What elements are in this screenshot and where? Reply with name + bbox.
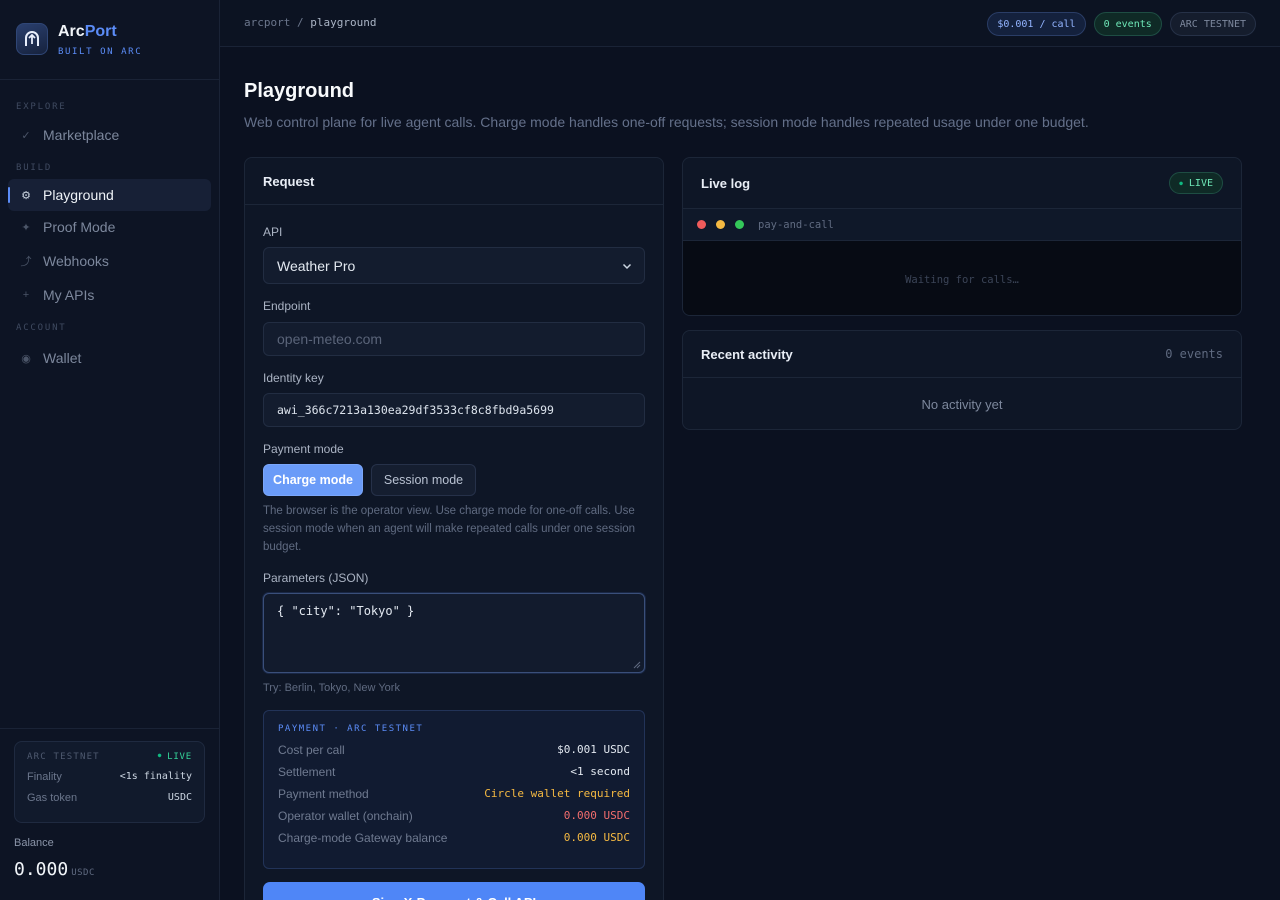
payment-row: Cost per call $0.001 USDC <box>278 742 630 757</box>
price-chip: $0.001 / call <box>987 12 1086 36</box>
endpoint-placeholder: open-meteo.com <box>277 331 383 347</box>
network-name: ARC TESTNET <box>27 752 100 762</box>
identity-key-label: Identity key <box>263 371 324 385</box>
log-waiting-text: Waiting for calls… <box>905 274 1019 286</box>
network-card: ARC TESTNET LIVE Finality <1s finality G… <box>14 741 205 823</box>
activity-count: 0 events <box>1165 347 1223 361</box>
sidebar-item-label: Marketplace <box>43 127 120 143</box>
brand-tagline: BUILT ON ARC <box>58 47 143 57</box>
live-log-title: Live log <box>701 175 751 191</box>
payment-row-value: $0.001 USDC <box>557 743 630 756</box>
sidebar-item-label: Playground <box>43 187 114 203</box>
brand[interactable]: ArcPort BUILT ON ARC <box>16 23 142 57</box>
breadcrumb: arcport / playground <box>244 16 377 29</box>
payment-summary-card: PAYMENT · ARC TESTNET Cost per call $0.0… <box>263 710 645 869</box>
gear-icon: ⚙ <box>21 189 31 202</box>
finality-value: <1s finality <box>119 771 192 782</box>
nav-section-build: BUILD <box>16 163 53 173</box>
payment-row-value: Circle wallet required <box>484 787 630 800</box>
parameters-label: Parameters (JSON) <box>263 571 369 585</box>
payment-row-value: <1 second <box>570 765 630 778</box>
breadcrumb-current: playground <box>310 16 377 29</box>
sidebar: ArcPort BUILT ON ARC EXPLORE ✓ Marketpla… <box>0 0 220 900</box>
sidebar-item-wallet[interactable]: ◉ Wallet <box>8 342 211 374</box>
payment-row: Settlement <1 second <box>278 764 630 779</box>
recent-activity-panel: Recent activity 0 events No activity yet <box>682 330 1242 430</box>
payment-mode-hint: The browser is the operator view. Use ch… <box>263 505 636 553</box>
sidebar-item-label: My APIs <box>43 287 95 303</box>
nav-section-account: ACCOUNT <box>16 323 67 333</box>
payment-summary-header: PAYMENT · ARC TESTNET <box>278 724 424 734</box>
payment-row: Charge-mode Gateway balance 0.000 USDC <box>278 830 630 845</box>
brand-name: ArcPort <box>58 23 117 40</box>
chevron-down-icon <box>622 263 632 270</box>
window-minimize-dot-icon <box>716 220 725 229</box>
session-mode-button[interactable]: Session mode <box>371 464 476 496</box>
terminal-label: pay-and-call <box>758 218 834 231</box>
sign-and-call-button[interactable]: Sign X-Payment & Call API <box>263 882 645 900</box>
plus-icon: + <box>22 289 30 301</box>
live-log-panel: Live log LIVE pay-and-call Waiting for c… <box>682 157 1242 316</box>
breadcrumb-root[interactable]: arcport <box>244 16 290 29</box>
sidebar-item-marketplace[interactable]: ✓ Marketplace <box>8 119 211 151</box>
api-select-value: Weather Pro <box>277 257 356 274</box>
recent-activity-title: Recent activity <box>701 346 793 362</box>
check-icon: ✓ <box>21 129 31 142</box>
resize-handle-icon[interactable] <box>633 661 641 669</box>
log-output: Waiting for calls… <box>683 241 1241 315</box>
sidebar-item-my-apis[interactable]: + My APIs <box>8 279 211 311</box>
api-select[interactable]: Weather Pro <box>263 247 645 284</box>
payment-mode-label: Payment mode <box>263 442 344 456</box>
live-badge: LIVE <box>1169 172 1223 194</box>
network-status-badge: LIVE <box>158 752 192 762</box>
arcport-logo-icon <box>16 23 48 55</box>
events-chip: 0 events <box>1093 12 1162 36</box>
sparkle-icon: ✦ <box>21 221 31 234</box>
gas-token-value: USDC <box>167 792 192 803</box>
request-panel: Request API Weather Pro Endpoint open-me… <box>244 157 664 900</box>
payment-row: Payment method Circle wallet required <box>278 786 630 801</box>
sidebar-item-label: Wallet <box>43 350 82 366</box>
payment-row-value: 0.000 USDC <box>563 809 630 822</box>
nav-section-explore: EXPLORE <box>16 102 67 112</box>
identity-key-value: awi_366c7213a130ea29df3533cf8c8fbd9a5699 <box>277 403 554 417</box>
finality-label: Finality <box>27 771 62 783</box>
circle-icon: ◉ <box>21 352 31 365</box>
charge-mode-button[interactable]: Charge mode <box>263 464 363 496</box>
sidebar-item-label: Proof Mode <box>43 219 116 235</box>
terminal-bar: pay-and-call <box>683 209 1241 241</box>
activity-empty-state: No activity yet <box>921 396 1003 412</box>
parameters-textarea[interactable]: { "city": "Tokyo" } <box>263 593 645 673</box>
sidebar-bottom-divider <box>0 728 219 729</box>
page-subtitle: Web control plane for live agent calls. … <box>244 114 1089 130</box>
window-maximize-dot-icon <box>735 220 744 229</box>
sidebar-divider <box>0 79 219 80</box>
endpoint-label: Endpoint <box>263 299 311 313</box>
sidebar-item-webhooks[interactable]: ⤴ Webhooks <box>8 245 211 277</box>
payment-row-value: 0.000 USDC <box>563 831 630 844</box>
window-close-dot-icon <box>697 220 706 229</box>
request-title: Request <box>263 173 315 189</box>
curve-arrow-icon: ⤴ <box>20 256 32 268</box>
sidebar-item-proof-mode[interactable]: ✦ Proof Mode <box>8 211 211 243</box>
balance-label: Balance <box>14 837 54 849</box>
network-chip: ARC TESTNET <box>1169 12 1256 36</box>
parameters-hint: Try: Berlin, Tokyo, New York <box>263 682 400 694</box>
page-title: Playground <box>244 80 355 102</box>
sidebar-item-label: Webhooks <box>43 253 109 269</box>
api-label: API <box>263 225 283 239</box>
balance-value: 0.000 USDC <box>14 859 95 880</box>
identity-key-input[interactable]: awi_366c7213a130ea29df3533cf8c8fbd9a5699 <box>263 393 645 427</box>
balance-unit: USDC <box>71 868 95 878</box>
gas-token-label: Gas token <box>27 792 78 804</box>
parameters-value: { "city": "Tokyo" } <box>277 604 415 618</box>
sidebar-item-playground[interactable]: ⚙ Playground <box>8 179 211 211</box>
payment-row: Operator wallet (onchain) 0.000 USDC <box>278 808 630 823</box>
endpoint-input[interactable]: open-meteo.com <box>263 322 645 356</box>
topbar: arcport / playground $0.001 / call 0 eve… <box>220 0 1280 47</box>
